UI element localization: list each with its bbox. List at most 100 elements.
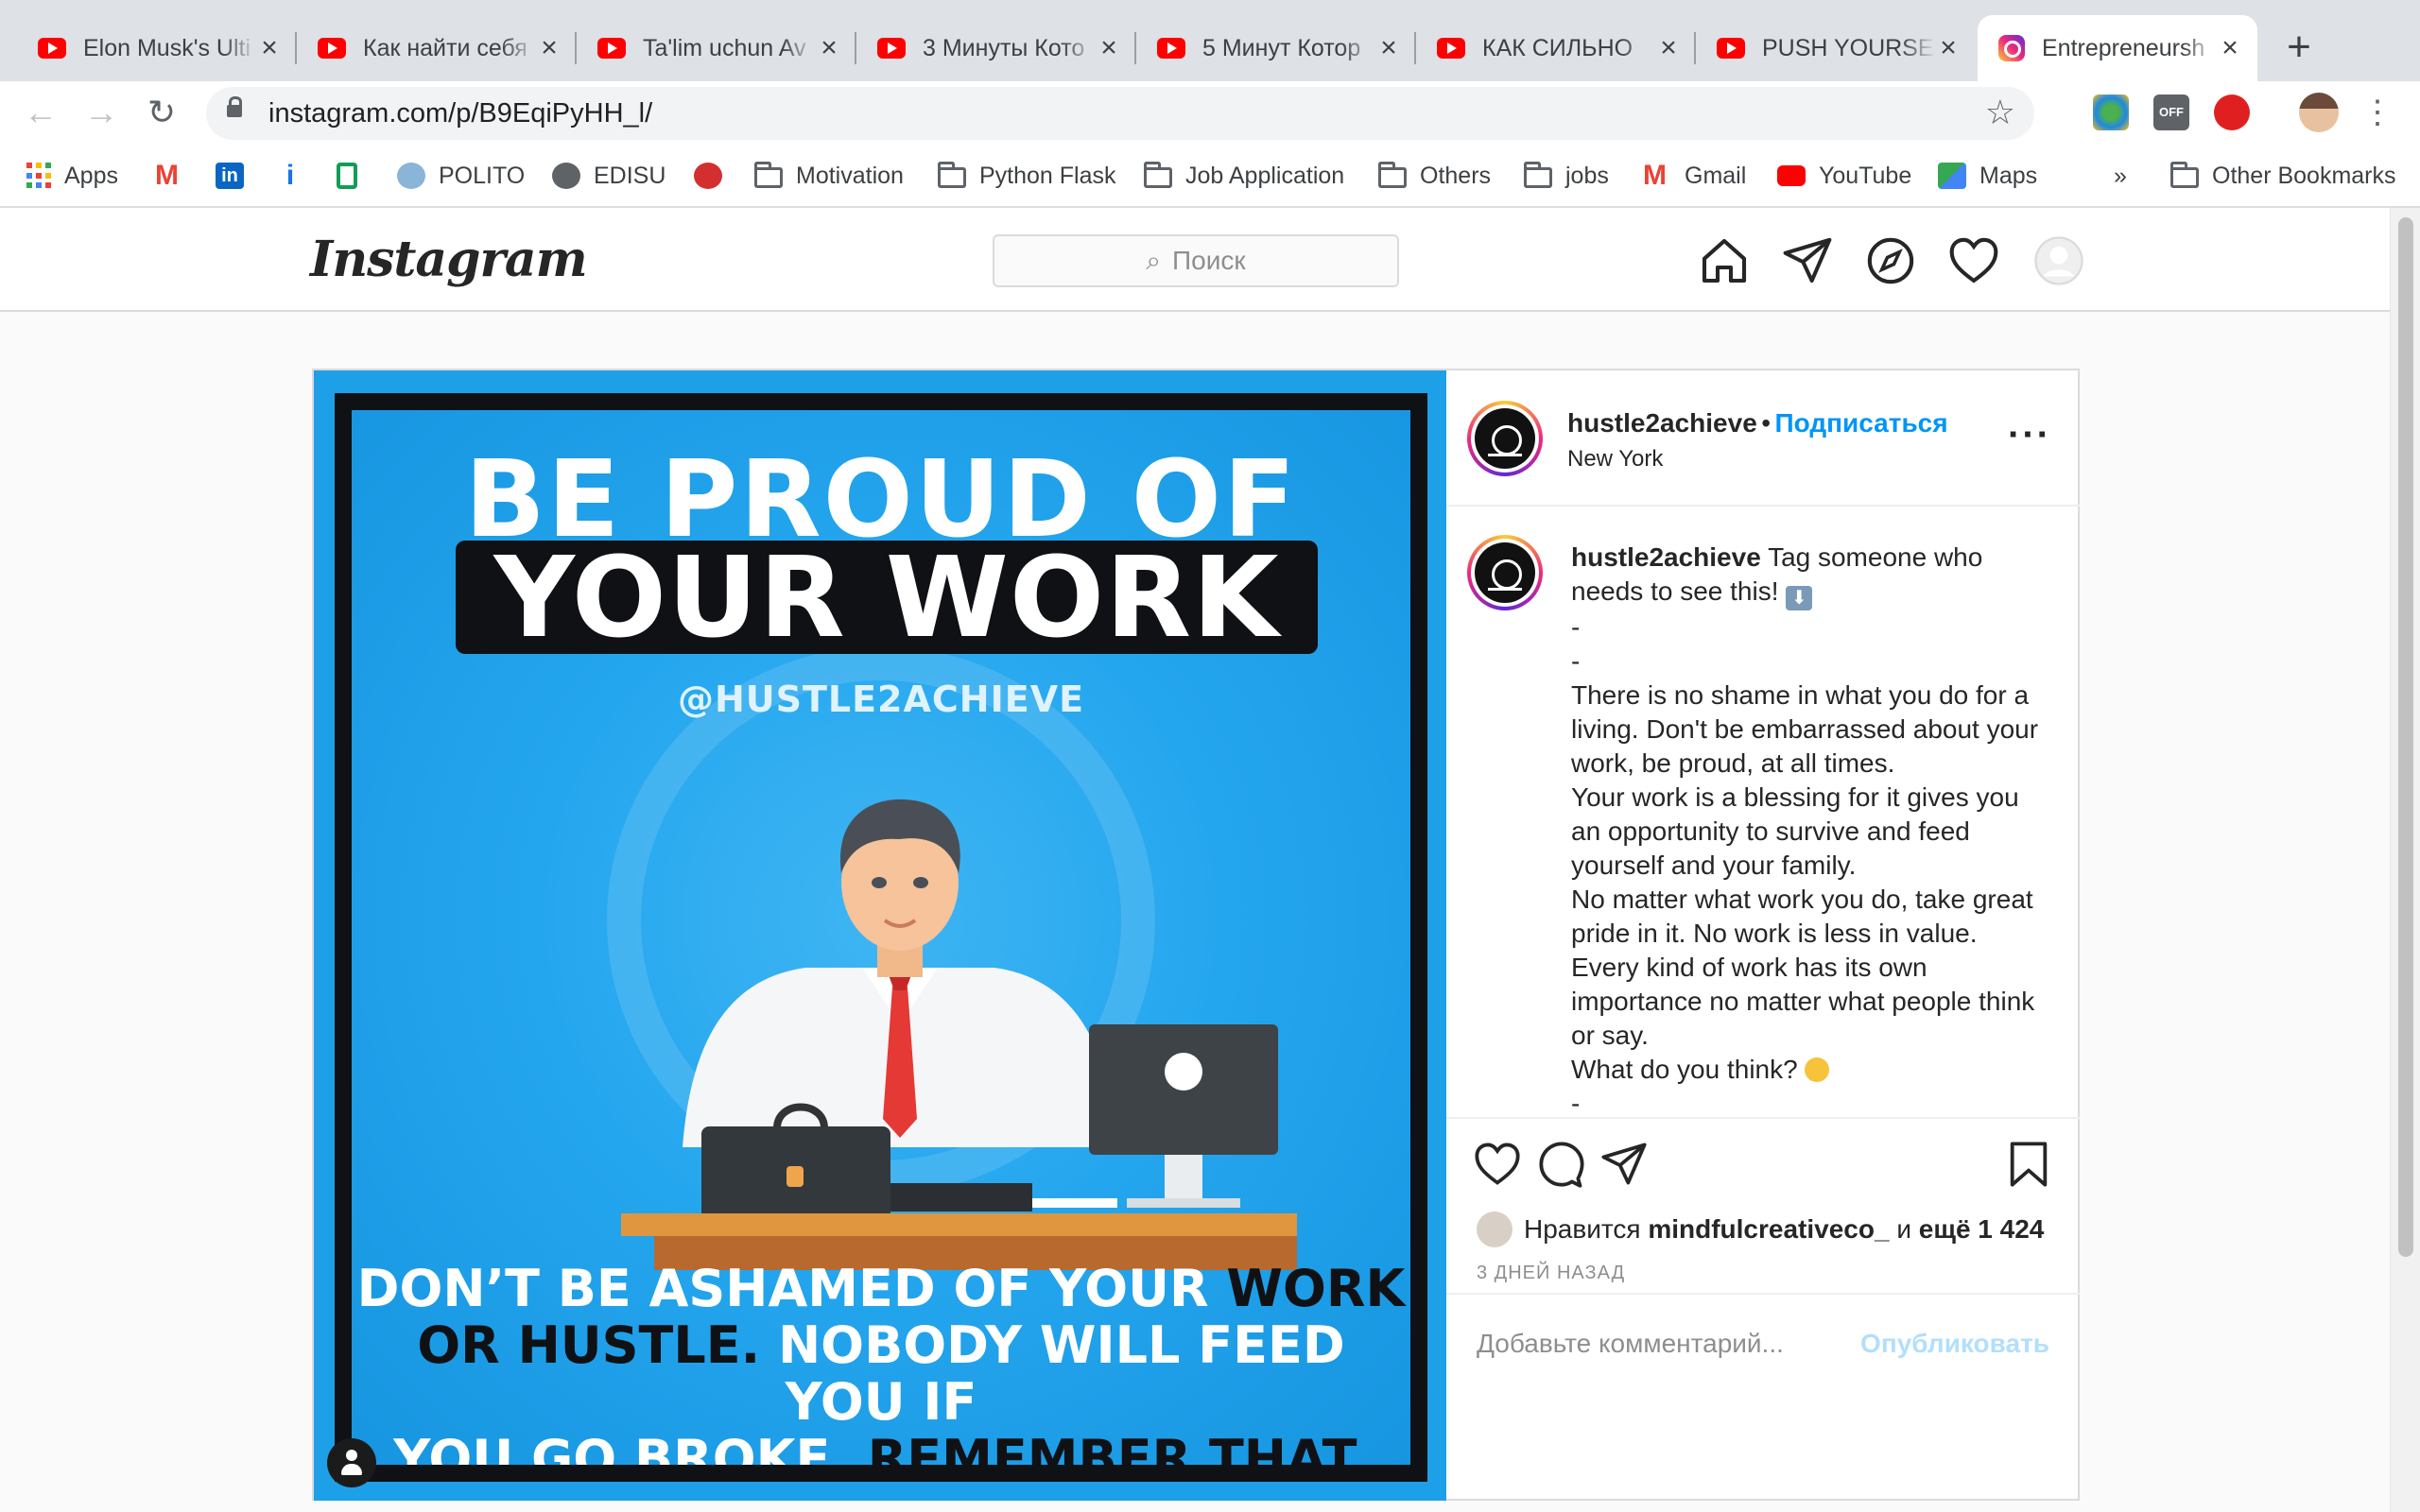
- like-heart-icon[interactable]: [1473, 1140, 1522, 1189]
- tagged-user-icon[interactable]: [327, 1438, 376, 1487]
- explore-compass-icon[interactable]: [1864, 234, 1917, 287]
- bookmark-edisu[interactable]: EDISU: [552, 159, 666, 193]
- tab-2[interactable]: Как найти себя ×: [297, 15, 577, 81]
- menu-icon[interactable]: ⋮: [2354, 89, 2401, 136]
- caption-line: What do you think?: [1571, 1055, 1798, 1084]
- reload-button[interactable]: ↻: [138, 89, 185, 136]
- caption-author-avatar[interactable]: [1467, 535, 1543, 610]
- close-icon[interactable]: ×: [1936, 32, 1961, 64]
- bookmark-anki[interactable]: [694, 159, 735, 193]
- youtube-icon: [318, 38, 346, 59]
- liker-avatar[interactable]: [1477, 1211, 1512, 1247]
- follow-button[interactable]: Подписаться: [1775, 408, 1948, 438]
- extension-off-icon[interactable]: OFF: [2153, 94, 2189, 130]
- tab-title: 3 Минуты Кото: [923, 34, 1085, 61]
- close-icon[interactable]: ×: [537, 32, 562, 64]
- close-icon[interactable]: ×: [1376, 32, 1401, 64]
- tab-5[interactable]: 5 Минут Котор ×: [1136, 15, 1416, 81]
- caption-scroll-area[interactable]: hustle2achieve Tag someone who needs to …: [1446, 508, 2080, 1115]
- share-paper-plane-icon[interactable]: [1599, 1140, 1649, 1189]
- bookmark-label: Others: [1420, 162, 1492, 189]
- tab-3[interactable]: Ta'lim uchun Av ×: [577, 15, 856, 81]
- bookmark-info[interactable]: i: [276, 159, 318, 193]
- tab-1[interactable]: Elon Musk's Ulti ×: [17, 15, 297, 81]
- direct-messages-icon[interactable]: [1781, 234, 1834, 287]
- publish-button[interactable]: Опубликовать: [1860, 1329, 2049, 1359]
- close-icon[interactable]: ×: [817, 32, 841, 64]
- folder-icon: [754, 162, 783, 188]
- comment-input[interactable]: Добавьте комментарий...: [1477, 1329, 1784, 1359]
- bookmark-gmail[interactable]: M Gmail: [1643, 159, 1746, 193]
- tab-8-active[interactable]: Entrepreneursh ×: [1978, 15, 2257, 81]
- adblock-icon[interactable]: [2214, 94, 2250, 130]
- post-header: hustle2achieve • Подписаться New York ··…: [1446, 370, 2080, 507]
- caption-line: -: [1571, 612, 1581, 642]
- youtube-icon: [877, 38, 906, 59]
- liker-username[interactable]: mindfulcreativeco_: [1648, 1214, 1889, 1245]
- caption-username[interactable]: hustle2achieve: [1571, 542, 1761, 572]
- lock-icon: [227, 96, 242, 117]
- bookmark-folder-python-flask[interactable]: Python Flask: [938, 159, 1116, 193]
- author-avatar[interactable]: [1467, 401, 1543, 476]
- scrollbar-thumb[interactable]: [2398, 217, 2413, 1257]
- url-text[interactable]: instagram.com/p/B9EqiPyHH_l/: [268, 98, 652, 129]
- save-bookmark-icon[interactable]: [2004, 1140, 2053, 1189]
- youtube-icon: [38, 38, 66, 59]
- more-options-icon[interactable]: ···: [2008, 416, 2051, 454]
- extension-globe-icon[interactable]: [2093, 94, 2129, 130]
- image-handle: @HUSTLE2ACHIEVE: [677, 679, 1085, 720]
- image-text-part: OR HUSTLE.: [417, 1315, 761, 1375]
- bookmark-star-icon[interactable]: ☆: [1985, 93, 2015, 132]
- likes-summary: Нравится mindfulcreativeco_ и ещё 1 424: [1477, 1211, 2044, 1247]
- profile-avatar-icon[interactable]: [2032, 234, 2085, 287]
- activity-heart-icon[interactable]: [1947, 234, 2000, 287]
- bookmark-gmail-icon-only[interactable]: M: [155, 159, 197, 193]
- bookmark-folder-motivation[interactable]: Motivation: [754, 159, 904, 193]
- folder-icon: [2170, 162, 2199, 188]
- bookmark-apps[interactable]: Apps: [26, 159, 118, 193]
- post-timestamp[interactable]: 3 ДНЕЙ НАЗАД: [1477, 1263, 1625, 1284]
- instagram-logo[interactable]: Instagram: [310, 231, 588, 288]
- globe-icon: [552, 163, 580, 189]
- tab-title: 5 Минут Котор: [1202, 34, 1361, 61]
- profile-avatar[interactable]: [2299, 93, 2339, 132]
- tab-4[interactable]: 3 Минуты Кото ×: [856, 15, 1136, 81]
- address-bar[interactable]: instagram.com/p/B9EqiPyHH_l/ ☆: [206, 87, 2034, 140]
- post-image[interactable]: BE PROUD OF YOUR WORK @HUSTLE2ACHIEVE DO…: [314, 370, 1446, 1501]
- close-icon[interactable]: ×: [1656, 32, 1681, 64]
- bookmark-other-bookmarks[interactable]: Other Bookmarks: [2170, 159, 2396, 193]
- comment-bubble-icon[interactable]: [1537, 1140, 1586, 1189]
- bookmarks-overflow-button[interactable]: »: [2114, 159, 2127, 193]
- page-scrollbar[interactable]: [2390, 208, 2420, 1512]
- author-username[interactable]: hustle2achieve: [1567, 408, 1757, 438]
- linkedin-icon: in: [216, 163, 244, 189]
- image-bottom-text: DON’T BE ASHAMED OF YOUR WORK OR HUSTLE.…: [352, 1259, 1410, 1466]
- bookmark-polito[interactable]: POLITO: [397, 159, 525, 193]
- new-tab-button[interactable]: +: [2276, 25, 2322, 70]
- bookmark-label: Maps: [1979, 162, 2038, 189]
- bookmark-green-doc[interactable]: [337, 159, 371, 193]
- bookmark-folder-job-application[interactable]: Job Application: [1144, 159, 1344, 193]
- gmail-icon: M: [155, 160, 179, 191]
- close-icon[interactable]: ×: [2218, 32, 2242, 64]
- bookmark-label: Python Flask: [979, 162, 1116, 189]
- bookmark-folder-others[interactable]: Others: [1378, 159, 1491, 193]
- image-text-part: WORK: [1226, 1259, 1406, 1318]
- tab-6[interactable]: КАК СИЛЬНО ×: [1416, 15, 1696, 81]
- bookmark-linkedin[interactable]: in: [216, 159, 257, 193]
- likes-count[interactable]: ещё 1 424: [1919, 1214, 2045, 1245]
- tab-7[interactable]: PUSH YOURSE ×: [1696, 15, 1976, 81]
- bookmarks-bar: Apps M in i POLITO EDISU Motivation Pyth…: [0, 146, 2420, 208]
- bookmark-folder-jobs[interactable]: jobs: [1524, 159, 1609, 193]
- close-icon[interactable]: ×: [257, 32, 282, 64]
- back-button[interactable]: ←: [17, 89, 64, 136]
- bookmark-maps[interactable]: Maps: [1938, 159, 2037, 193]
- home-icon[interactable]: [1698, 234, 1751, 287]
- image-headline-2: YOUR WORK: [456, 541, 1318, 654]
- close-icon[interactable]: ×: [1097, 32, 1121, 64]
- search-input[interactable]: ⌕ Поиск: [993, 234, 1399, 287]
- image-text-part: NOBODY WILL FEED YOU IF: [777, 1315, 1345, 1432]
- forward-button[interactable]: →: [78, 89, 125, 136]
- bookmark-youtube[interactable]: YouTube: [1777, 159, 1911, 193]
- post-location[interactable]: New York: [1567, 446, 1663, 472]
